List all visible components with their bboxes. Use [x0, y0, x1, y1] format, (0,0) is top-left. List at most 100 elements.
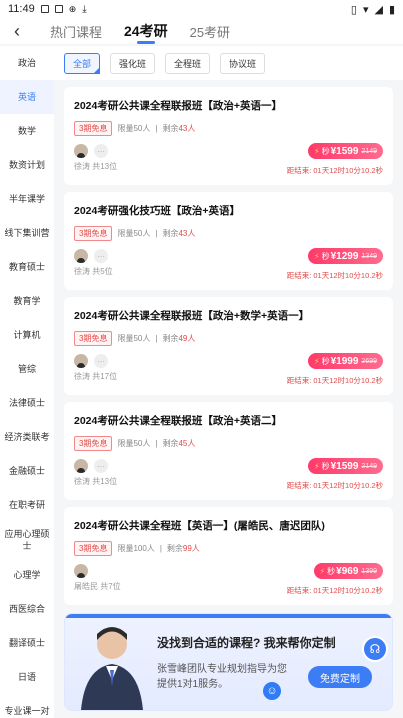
sidebar-item[interactable]: 金融硕士	[0, 454, 54, 488]
more-teachers-icon: ···	[94, 459, 108, 473]
countdown: 距结束: 01天12时10分10.2秒	[286, 166, 383, 175]
filter-agreement[interactable]: 协议班	[220, 52, 266, 74]
sidebar-item[interactable]: 计算机	[0, 318, 54, 352]
back-icon[interactable]: ‹	[0, 18, 34, 44]
current-price: ¥1999	[330, 355, 359, 367]
installment-badge: 3期免息	[74, 436, 113, 451]
sidebar-item-active[interactable]: 英语	[0, 80, 54, 114]
original-price: 2149	[361, 147, 377, 155]
divider: |	[155, 334, 158, 343]
avatar	[74, 459, 88, 473]
flash-icon: ⚡	[313, 251, 320, 261]
filter-all[interactable]: 全部	[64, 52, 101, 74]
countdown: 距结束: 01天12时10分10.2秒	[286, 376, 383, 385]
filter-bar: 全部 强化班 全程班 协议班	[54, 46, 403, 80]
battery-icon: ▮	[388, 3, 395, 16]
course-limit: 限量50人	[117, 334, 151, 343]
sidebar-item[interactable]: 翻译硕士	[0, 626, 54, 660]
vibrate-icon: ▯	[350, 3, 357, 16]
course-card[interactable]: 2024考研公共课全程联报班【政治+英语二】 3期免息 限量50人 | 剩余45…	[64, 402, 393, 500]
sidebar-item[interactable]: 专业课一对	[0, 694, 54, 718]
price-tag[interactable]: ⚡ 秒 ¥1999 2699	[307, 353, 383, 369]
sidebar-item[interactable]: 政治	[0, 46, 54, 80]
course-limit: 限量50人	[117, 124, 151, 133]
sidebar-item[interactable]: 数资计划	[0, 148, 54, 182]
tab-24[interactable]: 24考研	[124, 18, 168, 44]
sidebar-item[interactable]: 经济类联考	[0, 420, 54, 454]
sidebar-item[interactable]: 管综	[0, 352, 54, 386]
notification-icon: ⊕	[68, 3, 77, 14]
free-customize-button[interactable]: 免费定制	[308, 666, 372, 688]
sidebar-item[interactable]: 心理学	[0, 558, 54, 592]
flash-label: 秒	[321, 251, 330, 261]
original-price: 1349	[361, 252, 377, 260]
headset-icon[interactable]: ☊	[362, 636, 388, 662]
remain-count: 99人	[182, 544, 200, 553]
category-tabs: 热门课程 24考研 25考研	[34, 18, 230, 44]
course-remain: 剩余99人	[167, 543, 200, 554]
price-tag[interactable]: ⚡ 秒 ¥969 1399	[313, 563, 383, 579]
course-remain: 剩余43人	[162, 123, 195, 134]
tab-25[interactable]: 25考研	[190, 18, 230, 44]
price-tag[interactable]: ⚡ 秒 ¥1599 2149	[307, 458, 383, 474]
subject-sidebar: 政治 英语 数学 数资计划 半年课学 线下集训营 教育硕士 教育学 计算机 管综…	[0, 46, 54, 718]
flash-icon: ⚡	[313, 461, 320, 471]
course-title: 2024考研公共课全程联报班【政治+英语一】	[74, 100, 282, 112]
course-card[interactable]: 2024考研强化技巧班【政治+英语】 3期免息 限量50人 | 剩余43人 ··…	[64, 192, 393, 290]
more-teachers-icon: ···	[94, 249, 108, 263]
course-remain: 剩余49人	[162, 333, 195, 344]
course-card[interactable]: 2024考研公共课全程联报班【政治+数学+英语一】 3期免息 限量50人 | 剩…	[64, 297, 393, 395]
avatar	[74, 354, 88, 368]
remain-label: 剩余	[166, 544, 183, 553]
sidebar-item[interactable]: 半年课学	[0, 182, 54, 216]
sidebar-item[interactable]: 日语	[0, 660, 54, 694]
more-teachers-icon: ···	[94, 144, 108, 158]
course-remain: 剩余45人	[162, 438, 195, 449]
course-list: 全部 强化班 全程班 协议班 2024考研公共课全程联报班【政治+英语一】 3期…	[54, 46, 403, 718]
flash-icon: ⚡	[313, 356, 320, 366]
remain-label: 剩余	[162, 439, 179, 448]
installment-badge: 3期免息	[74, 226, 113, 241]
course-card[interactable]: 2024考研公共课全程班【英语一】(屠皓民、唐迟团队) 3期免息 限量100人 …	[64, 507, 393, 605]
banner-title: 没找到合适的课程? 我来帮你定制	[157, 636, 336, 650]
course-card[interactable]: 2024考研公共课全程联报班【政治+英语一】 3期免息 限量50人 | 剩余43…	[64, 87, 393, 185]
flash-label: 秒	[321, 146, 330, 156]
sidebar-item[interactable]: 在职考研	[0, 488, 54, 522]
flash-icon: ⚡	[313, 146, 320, 156]
remain-label: 剩余	[162, 334, 179, 343]
course-title: 2024考研公共课全程联报班【政治+英语二】	[74, 415, 282, 427]
sidebar-item[interactable]: 线下集训营	[0, 216, 54, 250]
remain-count: 45人	[178, 439, 196, 448]
remain-label: 剩余	[162, 229, 179, 238]
filter-full[interactable]: 全程班	[165, 52, 211, 74]
notification-icon	[54, 5, 63, 13]
countdown: 距结束: 01天12时10分10.2秒	[286, 481, 383, 490]
original-price: 1399	[361, 567, 377, 575]
avatar	[74, 564, 88, 578]
flash-label: 秒	[321, 356, 330, 366]
price-tag[interactable]: ⚡ 秒 ¥1299 1349	[307, 248, 383, 264]
original-price: 2149	[361, 462, 377, 470]
filter-intensive[interactable]: 强化班	[110, 52, 156, 74]
signal-icon: ◢	[374, 3, 383, 16]
avatar	[74, 144, 88, 158]
price-tag[interactable]: ⚡ 秒 ¥1599 2149	[307, 143, 383, 159]
original-price: 2699	[361, 357, 377, 365]
sidebar-item[interactable]: 教育硕士	[0, 250, 54, 284]
top-bar: ‹ 热门课程 24考研 25考研	[0, 18, 403, 44]
course-limit: 限量50人	[117, 439, 151, 448]
divider: |	[155, 124, 158, 133]
current-price: ¥1599	[330, 460, 359, 472]
custom-plan-banner[interactable]: 没找到合适的课程? 我来帮你定制 张雪峰团队专业规划指导为您提供1对1服务。 免…	[64, 613, 393, 711]
sidebar-item[interactable]: 应用心理硕士	[0, 522, 54, 558]
sidebar-item[interactable]: 西医综合	[0, 592, 54, 626]
remain-count: 43人	[178, 124, 196, 133]
tab-hot[interactable]: 热门课程	[50, 18, 102, 44]
current-price: ¥1599	[330, 145, 359, 157]
sidebar-item[interactable]: 法律硕士	[0, 386, 54, 420]
sidebar-item[interactable]: 数学	[0, 114, 54, 148]
course-limit: 限量100人	[117, 544, 155, 553]
sidebar-item[interactable]: 教育学	[0, 284, 54, 318]
countdown: 距结束: 01天12时10分10.2秒	[286, 271, 383, 280]
installment-badge: 3期免息	[74, 331, 113, 346]
